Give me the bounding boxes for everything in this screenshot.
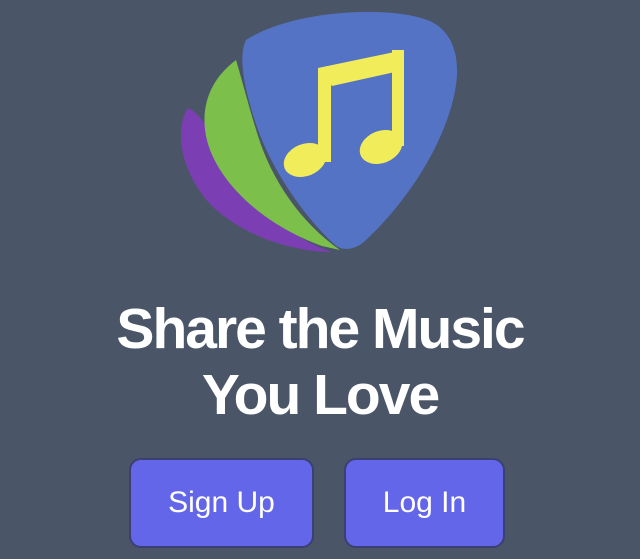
log-in-button[interactable]: Log In	[344, 458, 505, 548]
headline: Share the Music You Love	[0, 296, 640, 428]
headline-line-1: Share the Music	[116, 297, 525, 361]
app-logo	[170, 0, 470, 265]
headline-line-2: You Love	[201, 363, 440, 427]
sign-up-button[interactable]: Sign Up	[129, 458, 314, 548]
guitar-pick-logo-icon	[180, 11, 458, 252]
